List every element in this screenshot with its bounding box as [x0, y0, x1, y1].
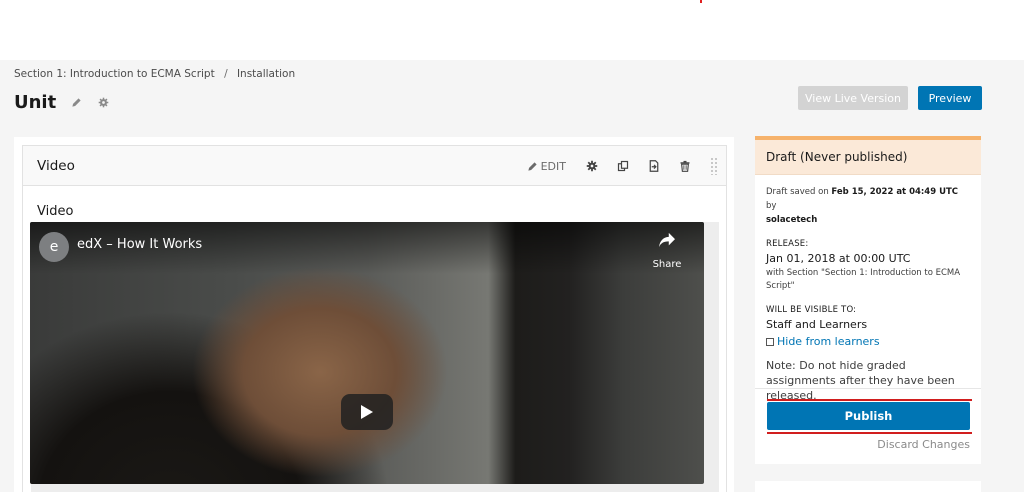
saved-by-user: solacetech [766, 215, 818, 225]
next-sidebar-card [755, 481, 981, 492]
draft-saved-info: Draft saved on Feb 15, 2022 at 04:49 UTC… [766, 185, 970, 227]
unit-title-row: Unit [14, 92, 110, 113]
video-title[interactable]: edX – How It Works [77, 237, 202, 252]
video-display-name: Video [37, 204, 74, 219]
component-title: Video [37, 158, 75, 174]
duplicate-icon[interactable] [615, 158, 631, 174]
sidebar-body: Draft saved on Feb 15, 2022 at 04:49 UTC… [755, 175, 981, 413]
trash-icon[interactable] [677, 158, 693, 174]
video-player[interactable]: e edX – How It Works Share [30, 222, 704, 484]
breadcrumb-section-link[interactable]: Section 1: Introduction to ECMA Script [14, 68, 215, 80]
sidebar-divider [755, 388, 981, 389]
share-button[interactable]: Share [650, 232, 684, 271]
pencil-icon[interactable] [69, 96, 83, 110]
visible-to-label: WILL BE VISIBLE TO: [766, 305, 857, 315]
move-icon[interactable] [646, 158, 662, 174]
breadcrumb-separator: / [224, 68, 228, 80]
pencil-icon [527, 161, 537, 171]
channel-avatar[interactable]: e [39, 232, 69, 262]
release-date: Jan 01, 2018 at 00:00 UTC [766, 252, 911, 265]
play-icon [361, 405, 373, 419]
unit-content-card: Video EDIT Video e edX – How It Works Sh… [14, 137, 734, 492]
saved-date: Feb 15, 2022 at 04:49 UTC [831, 187, 959, 197]
saved-by-prefix: by [766, 201, 777, 211]
share-icon [659, 232, 675, 248]
edit-label: EDIT [540, 159, 566, 173]
visible-to-value: Staff and Learners [766, 318, 868, 331]
annotation-dot [700, 0, 702, 3]
saved-prefix: Draft saved on [766, 187, 829, 197]
publish-button[interactable]: Publish [767, 402, 970, 430]
release-note: with Section "Section 1: Introduction to… [766, 268, 961, 291]
edit-button[interactable]: EDIT [527, 160, 566, 173]
annotation-underline-top [767, 399, 972, 401]
play-button[interactable] [341, 394, 393, 430]
drag-handle-icon[interactable] [710, 157, 718, 175]
grading-note: Note: Do not hide graded assignments aft… [766, 359, 955, 402]
release-label: RELEASE: [766, 239, 809, 249]
preview-button[interactable]: Preview [918, 86, 982, 110]
component-header: Video EDIT [23, 146, 726, 186]
top-blank-area [0, 0, 1024, 60]
hide-from-learners-toggle[interactable]: Hide from learners [766, 335, 970, 348]
view-live-version-button[interactable]: View Live Version [798, 86, 908, 110]
breadcrumb-subsection-link[interactable]: Installation [237, 68, 295, 80]
gear-icon[interactable] [584, 158, 600, 174]
page-title: Unit [14, 92, 57, 113]
discard-changes-link[interactable]: Discard Changes [875, 438, 970, 451]
hide-from-learners-label[interactable]: Hide from learners [777, 335, 880, 348]
draft-status-title: Draft (Never published) [755, 140, 981, 175]
share-label: Share [652, 259, 682, 270]
hide-checkbox[interactable] [766, 337, 774, 346]
annotation-underline-bottom [767, 432, 972, 434]
breadcrumb: Section 1: Introduction to ECMA Script /… [14, 68, 295, 80]
component-actions: EDIT [527, 146, 718, 186]
gear-icon[interactable] [96, 96, 110, 110]
